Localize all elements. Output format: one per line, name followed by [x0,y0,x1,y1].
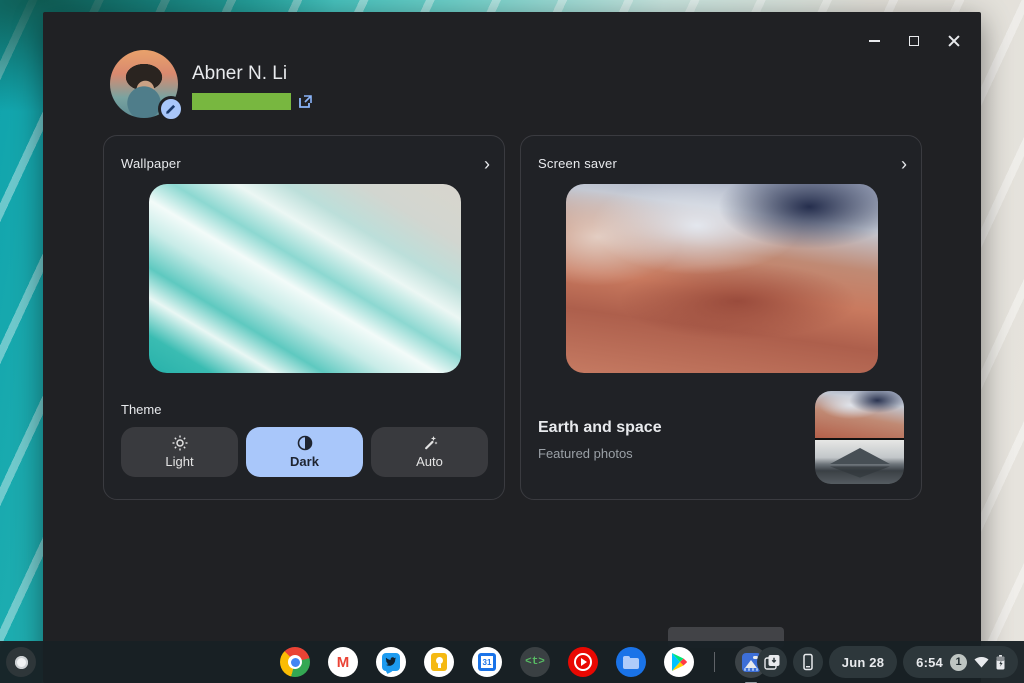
sun-icon [172,435,188,451]
chevron-right-icon[interactable]: › [901,158,907,170]
shelf-app-row: M 31 <t> [280,647,767,677]
mountain-shape [830,448,890,464]
wallpaper-card-header: Wallpaper › [121,156,490,171]
wallpaper-style-window: Abner N. Li Wallpaper › Theme [43,12,981,683]
collection-thumbnail [815,391,904,484]
screen-capture-icon [763,653,781,671]
play-triangle [581,658,587,666]
theme-auto-label: Auto [416,454,443,469]
system-tray[interactable]: 6:54 1 [903,646,1018,678]
twitter-icon[interactable] [376,647,406,677]
battery-icon [996,655,1005,670]
theme-auto-button[interactable]: Auto [371,427,488,477]
screensaver-card-header: Screen saver › [538,156,907,171]
theme-section-label: Theme [121,402,161,417]
screensaver-card[interactable]: Screen saver › Earth and space Featured … [520,135,922,500]
theme-dark-button[interactable]: Dark [246,427,363,477]
youtube-music-icon[interactable] [568,647,598,677]
calendar-day: 31 [481,656,493,668]
collection-thumb-earth [815,391,904,438]
theme-dark-label: Dark [290,454,319,469]
mountain-glyph [745,660,757,668]
twitter-bubble [382,653,400,671]
wifi-icon [974,656,989,668]
keep-note-shape [431,653,447,671]
date-pill[interactable]: Jun 28 [829,646,897,678]
collection-thumb-mountain [815,440,904,484]
desktop-wallpaper: Abner N. Li Wallpaper › Theme [0,0,1024,683]
calendar-square: 31 [478,653,496,671]
theme-light-label: Light [165,454,193,469]
calendar-icon[interactable]: 31 [472,647,502,677]
wallpaper-preview-image[interactable] [149,184,461,373]
wallpaper-card-title: Wallpaper [121,156,181,171]
theme-light-button[interactable]: Light [121,427,238,477]
contrast-icon [297,435,313,451]
gmail-icon[interactable]: M [328,647,358,677]
play-store-triangle [671,653,687,671]
chevron-right-icon[interactable]: › [484,158,490,170]
date-text: Jun 28 [842,655,884,670]
files-icon[interactable] [616,647,646,677]
text-app-icon[interactable]: <t> [520,647,550,677]
maximize-button[interactable] [901,28,927,54]
maximize-icon [909,36,919,46]
collection-subtitle: Featured photos [538,446,633,461]
screensaver-preview-image[interactable] [566,184,878,373]
minimize-button[interactable] [861,28,887,54]
shelf-separator [714,652,715,672]
edit-avatar-button[interactable] [158,96,184,122]
wallpaper-card[interactable]: Wallpaper › Theme Light [103,135,505,500]
text-app-glyph: <t> [525,656,545,668]
screen-capture-button[interactable] [757,647,787,677]
launcher-icon [15,656,28,669]
clock-text: 6:54 [916,655,943,670]
phone-icon [799,653,817,671]
chrome-icon[interactable] [280,647,310,677]
close-icon [948,35,960,47]
phone-hub-button[interactable] [793,647,823,677]
shelf: M 31 <t> [0,641,1024,683]
twitter-bird [385,657,397,667]
minimize-icon [869,40,880,42]
gmail-m-glyph: M [337,655,350,670]
notification-count-badge: 1 [950,654,967,671]
pencil-icon [165,103,177,115]
launcher-button[interactable] [6,647,36,677]
mountain-reflection [830,466,890,477]
email-redacted-bar [192,93,291,110]
play-store-icon[interactable] [664,647,694,677]
close-button[interactable] [941,28,967,54]
keep-icon[interactable] [424,647,454,677]
profile-header: Abner N. Li [110,50,178,118]
ytm-ring [574,653,592,671]
theme-toggle-group: Light Dark Auto [121,427,488,477]
collection-title: Earth and space [538,419,662,437]
window-controls [861,28,967,54]
profile-name: Abner N. Li [192,63,287,85]
magic-wand-icon [422,435,438,451]
status-area: Jun 28 6:54 1 [757,646,1018,678]
folder-shape [623,658,639,669]
profile-avatar [110,50,178,118]
screensaver-card-title: Screen saver [538,156,617,171]
external-link-icon[interactable] [298,94,313,109]
